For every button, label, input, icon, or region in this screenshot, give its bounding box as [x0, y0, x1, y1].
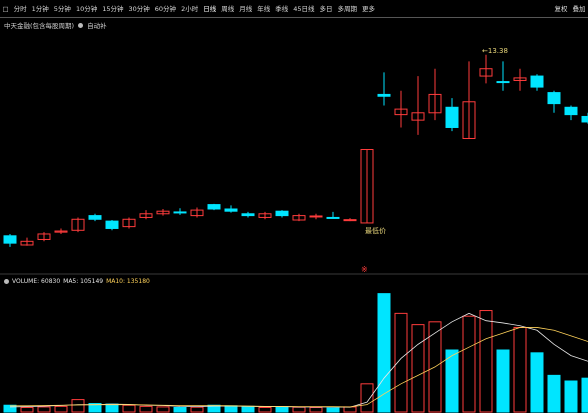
volume-bar [411, 324, 425, 413]
volume-bar [292, 406, 306, 413]
volume-bar [326, 407, 340, 413]
candle-body [173, 211, 187, 214]
volume-bar [513, 326, 527, 413]
candle-body [241, 213, 255, 217]
candle-body [3, 235, 17, 244]
volume-bar [20, 406, 34, 413]
volume-bar [37, 406, 51, 413]
high-price-label: ←13.38 [482, 47, 508, 55]
candle-body [496, 81, 510, 84]
candle-body [326, 216, 340, 219]
volume-bar [445, 349, 459, 413]
candle-body [564, 106, 578, 116]
volume-dot-icon [4, 278, 9, 284]
volume-ma5: MA5: 105149 [63, 277, 104, 285]
volume-bar [258, 406, 272, 413]
volume-ma10: MA10: 135180 [106, 277, 150, 285]
volume-bar [224, 405, 238, 413]
volume-bar [394, 312, 408, 413]
volume-bar [343, 406, 357, 413]
candle-body [530, 75, 544, 88]
volume-bar [479, 310, 493, 413]
volume-bar [71, 399, 85, 413]
kline-chart[interactable]: ←13.38 最低价 ※ [0, 0, 588, 413]
volume-bar [190, 406, 204, 413]
volume-bar [496, 349, 510, 413]
candle-body [445, 106, 459, 128]
candle-body [377, 93, 391, 97]
volume-bar [241, 405, 255, 413]
candle-body [207, 204, 221, 210]
low-price-label: 最低价 [365, 226, 386, 235]
volume-bar [309, 406, 323, 413]
volume-bar [530, 352, 544, 413]
candle-body [105, 220, 119, 229]
volume-bar [122, 404, 136, 413]
volume-bar [564, 380, 578, 413]
volume-bar [581, 377, 588, 413]
volume-value: VOLUME: 60830 [12, 277, 61, 285]
volume-bar [275, 406, 289, 413]
event-marker-icon: ※ [361, 265, 368, 274]
candle-body [547, 92, 561, 105]
candle-body [275, 210, 289, 217]
volume-bar [3, 404, 17, 413]
candle-body [88, 215, 102, 220]
volume-legend: VOLUME: 60830 MA5: 105149 MA10: 135180 [4, 276, 150, 286]
volume-bar [54, 405, 68, 413]
volume-bar [105, 403, 119, 413]
volume-bar [360, 383, 374, 413]
volume-bar [547, 374, 561, 413]
candle-body [343, 219, 357, 222]
volume-bar [462, 315, 476, 413]
candle-body [224, 208, 238, 212]
volume-bar [173, 406, 187, 413]
volume-bar [139, 405, 153, 413]
volume-bar [156, 406, 170, 413]
candle-body [581, 115, 588, 123]
candle-body [309, 215, 323, 218]
